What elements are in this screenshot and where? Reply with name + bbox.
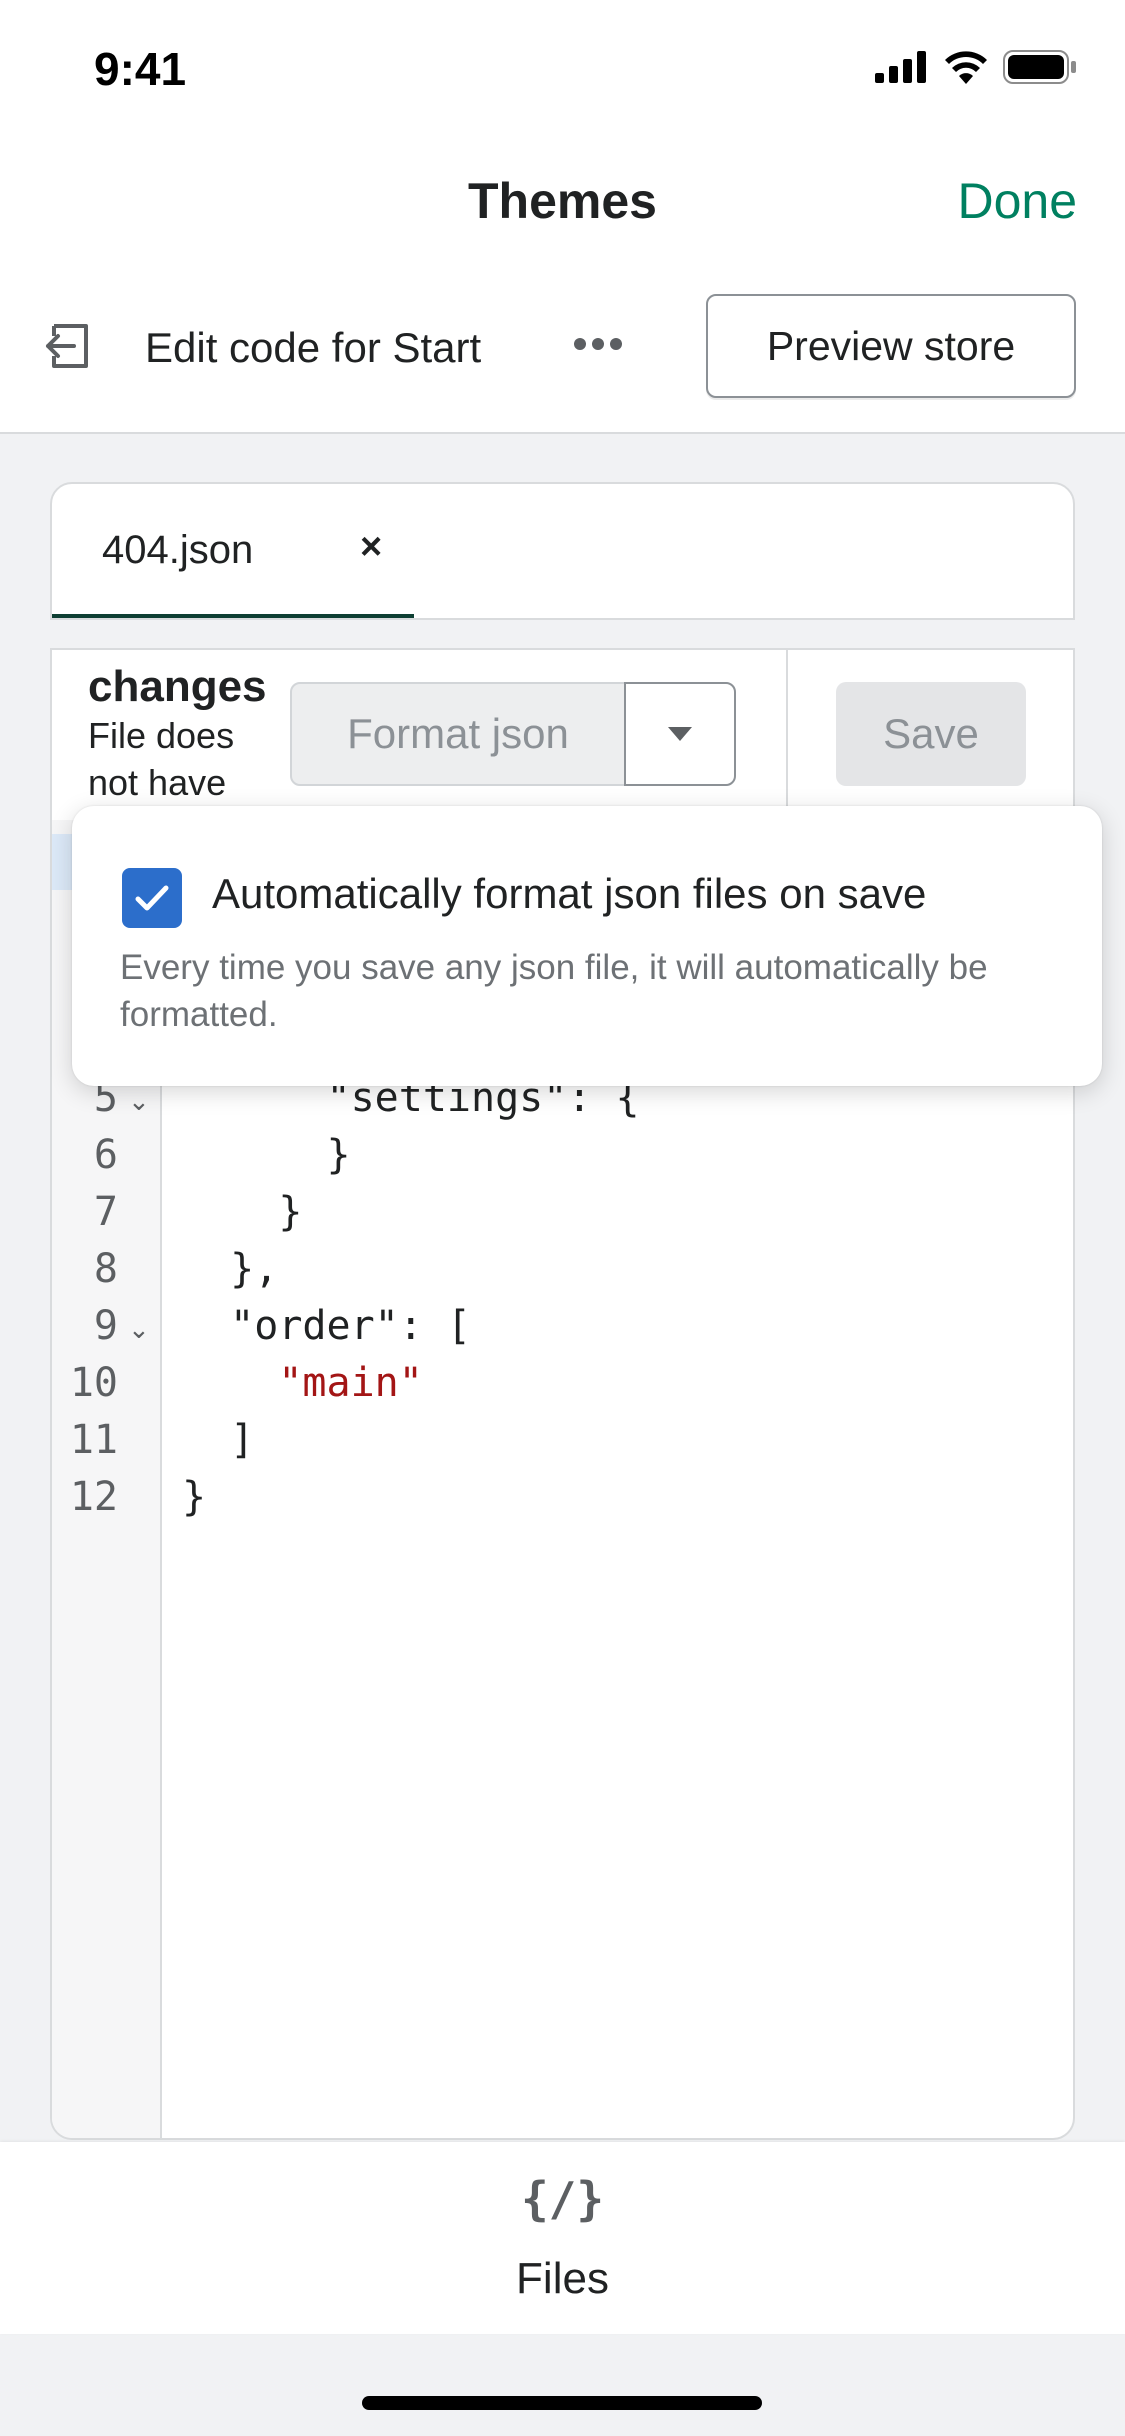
code-line: ] — [182, 1417, 255, 1463]
file-status-heading: changes — [88, 662, 267, 711]
caret-down-icon — [668, 727, 692, 741]
status-bar: 9:41 — [0, 0, 1125, 140]
files-code-icon[interactable]: {/} — [0, 2172, 1125, 2226]
line-number: 11 — [69, 1417, 118, 1463]
editor-toolbar: Edit code for Start Preview store — [0, 290, 1125, 434]
close-icon[interactable]: × — [360, 526, 382, 569]
fold-chevron-icon[interactable]: ⌄ — [128, 1302, 150, 1358]
preview-store-button[interactable]: Preview store — [706, 294, 1076, 398]
line-number: 12 — [69, 1474, 118, 1520]
line-number: 7 — [93, 1189, 118, 1235]
page-title: Themes — [468, 173, 657, 229]
divider — [786, 650, 788, 822]
bottom-tab-bar: {/} Files — [0, 2142, 1125, 2334]
line-number: 6 — [93, 1132, 118, 1178]
more-horizontal-icon[interactable] — [572, 336, 624, 352]
file-status-line-2: not have — [88, 762, 227, 803]
home-indicator[interactable] — [362, 2396, 762, 2410]
toolbar-title: Edit code for Start — [145, 324, 482, 371]
nav-bar: Themes Done — [0, 140, 1125, 290]
format-json-button[interactable]: Format json — [290, 682, 626, 786]
save-button[interactable]: Save — [836, 682, 1026, 786]
format-options-popover: Automatically format json files on save … — [72, 806, 1102, 1086]
status-time: 9:41 — [94, 43, 187, 95]
tab-404-json[interactable]: 404.json — [102, 528, 253, 573]
file-status: changes File does not have — [88, 662, 267, 806]
code-line: } — [182, 1132, 351, 1178]
editor-actions: changes File does not have Format json S… — [50, 648, 1075, 822]
file-status-line-1: File does — [88, 715, 235, 756]
code-line-string: "main" — [182, 1360, 423, 1406]
auto-format-help-text: Every time you save any json file, it wi… — [120, 948, 988, 1034]
exit-icon[interactable] — [40, 320, 92, 372]
line-number: 10 — [69, 1360, 118, 1406]
line-number: 8 — [93, 1246, 118, 1292]
line-number: 9 — [93, 1303, 118, 1349]
tab-files[interactable]: Files — [0, 2254, 1125, 2304]
battery-icon — [1003, 50, 1076, 84]
file-tab-bar: 404.json × — [50, 482, 1075, 620]
code-line: "order": [ — [182, 1303, 471, 1349]
code-line: } — [182, 1474, 207, 1520]
code-line: }, — [182, 1246, 279, 1292]
format-options-dropdown[interactable] — [624, 682, 736, 786]
auto-format-label[interactable]: Automatically format json files on save — [212, 870, 926, 918]
done-button[interactable]: Done — [957, 172, 1077, 230]
cellular-signal-icon — [875, 51, 926, 83]
wifi-icon — [945, 51, 987, 84]
code-line: } — [182, 1189, 303, 1235]
status-icons — [875, 50, 1077, 84]
checkmark-icon — [135, 885, 169, 911]
active-tab-indicator — [52, 614, 414, 618]
auto-format-checkbox[interactable] — [122, 868, 182, 928]
